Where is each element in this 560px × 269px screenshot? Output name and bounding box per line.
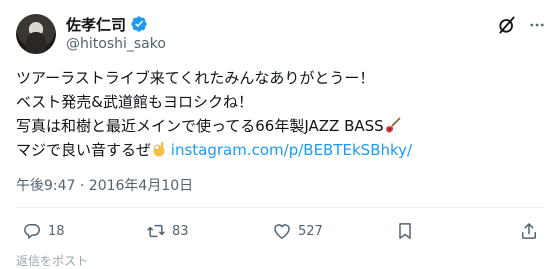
tweet-line-2: ベスト発売&武道館もヨロシクね！ (16, 93, 253, 111)
author-handle[interactable]: @hitoshi_sako (66, 36, 166, 52)
retweet-count: 83 (172, 223, 189, 239)
verified-badge-icon (131, 16, 147, 32)
reply-button[interactable]: 18 (22, 220, 65, 242)
tweet-line-3-text: 写真は和樹と最近メインで使ってる66年製JAZZ BASS (16, 117, 384, 135)
author-display-name[interactable]: 佐孝仁司 (66, 14, 126, 35)
more-options-icon[interactable] (527, 16, 547, 34)
share-icon (522, 223, 536, 239)
guitar-emoji-icon (385, 117, 401, 133)
reply-count: 18 (48, 223, 65, 239)
avatar[interactable] (16, 14, 56, 54)
tweet-timestamp[interactable]: 午後9:47 · 2016年4月10日 (16, 175, 193, 195)
grok-icon[interactable] (497, 15, 517, 35)
tweet-line-1: ツアーラストライブ来てくれたみんなありがとうー！ (16, 69, 375, 87)
tweet-line-4: マジで良い音するぜ instagram.com/p/BEBTEkSBhky/ (16, 138, 546, 162)
like-button[interactable]: 527 (272, 220, 323, 242)
tweet-line-4-text: マジで良い音するぜ (16, 141, 152, 159)
author-name-row: 佐孝仁司 (66, 14, 148, 34)
tweet-text: ツアーラストライブ来てくれたみんなありがとうー！ ベスト発売&武道館もヨロシクね… (16, 66, 546, 162)
tweet-line-3: 写真は和樹と最近メインで使ってる66年製JAZZ BASS (16, 114, 546, 138)
share-button[interactable] (519, 220, 539, 242)
instagram-link[interactable]: instagram.com/p/BEBTEkSBhky/ (171, 141, 412, 159)
bookmark-button[interactable] (395, 220, 415, 242)
ok-hand-emoji-icon (153, 142, 165, 157)
heart-icon (274, 224, 290, 239)
like-count: 527 (298, 223, 323, 239)
retweet-button[interactable]: 83 (146, 220, 189, 242)
reply-icon (24, 224, 40, 239)
reply-prompt-partial: 返信をポスト (16, 254, 89, 268)
divider (16, 207, 544, 208)
retweet-icon (147, 224, 165, 238)
bookmark-icon (399, 223, 411, 239)
